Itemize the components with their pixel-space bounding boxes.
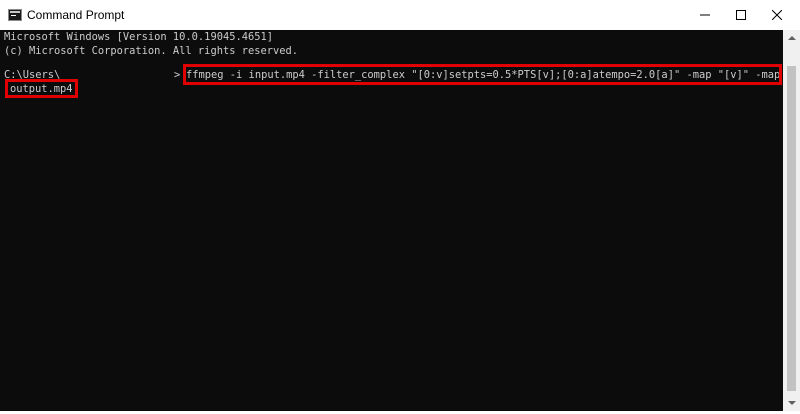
console-line-copyright: (c) Microsoft Corporation. All rights re… (4, 45, 299, 57)
maximize-button[interactable] (722, 0, 760, 30)
console-output[interactable]: Microsoft Windows [Version 10.0.19045.46… (0, 30, 783, 411)
minimize-icon (700, 14, 710, 16)
scroll-track[interactable] (783, 47, 800, 394)
close-icon (772, 10, 782, 20)
command-continuation-text: output.mp4 (10, 83, 73, 95)
command-text: ffmpeg -i input.mp4 -filter_complex "[0:… (186, 69, 783, 81)
vertical-scrollbar[interactable] (783, 30, 800, 411)
maximize-icon (736, 10, 746, 20)
prompt-path: C:\Users\ (4, 69, 61, 81)
command-prompt-window: Command Prompt Microsoft Windows [Versio… (0, 0, 800, 414)
window-title: Command Prompt (27, 8, 125, 22)
console-line-version: Microsoft Windows [Version 10.0.19045.46… (4, 31, 273, 43)
title-bar[interactable]: Command Prompt (0, 0, 800, 30)
console-icon (8, 9, 22, 21)
prompt-arrow: > (174, 69, 181, 81)
scroll-up-arrow-icon[interactable] (783, 30, 800, 47)
scroll-down-arrow-icon[interactable] (783, 394, 800, 411)
close-button[interactable] (758, 0, 796, 30)
minimize-button[interactable] (686, 0, 724, 30)
scroll-thumb[interactable] (787, 66, 796, 391)
